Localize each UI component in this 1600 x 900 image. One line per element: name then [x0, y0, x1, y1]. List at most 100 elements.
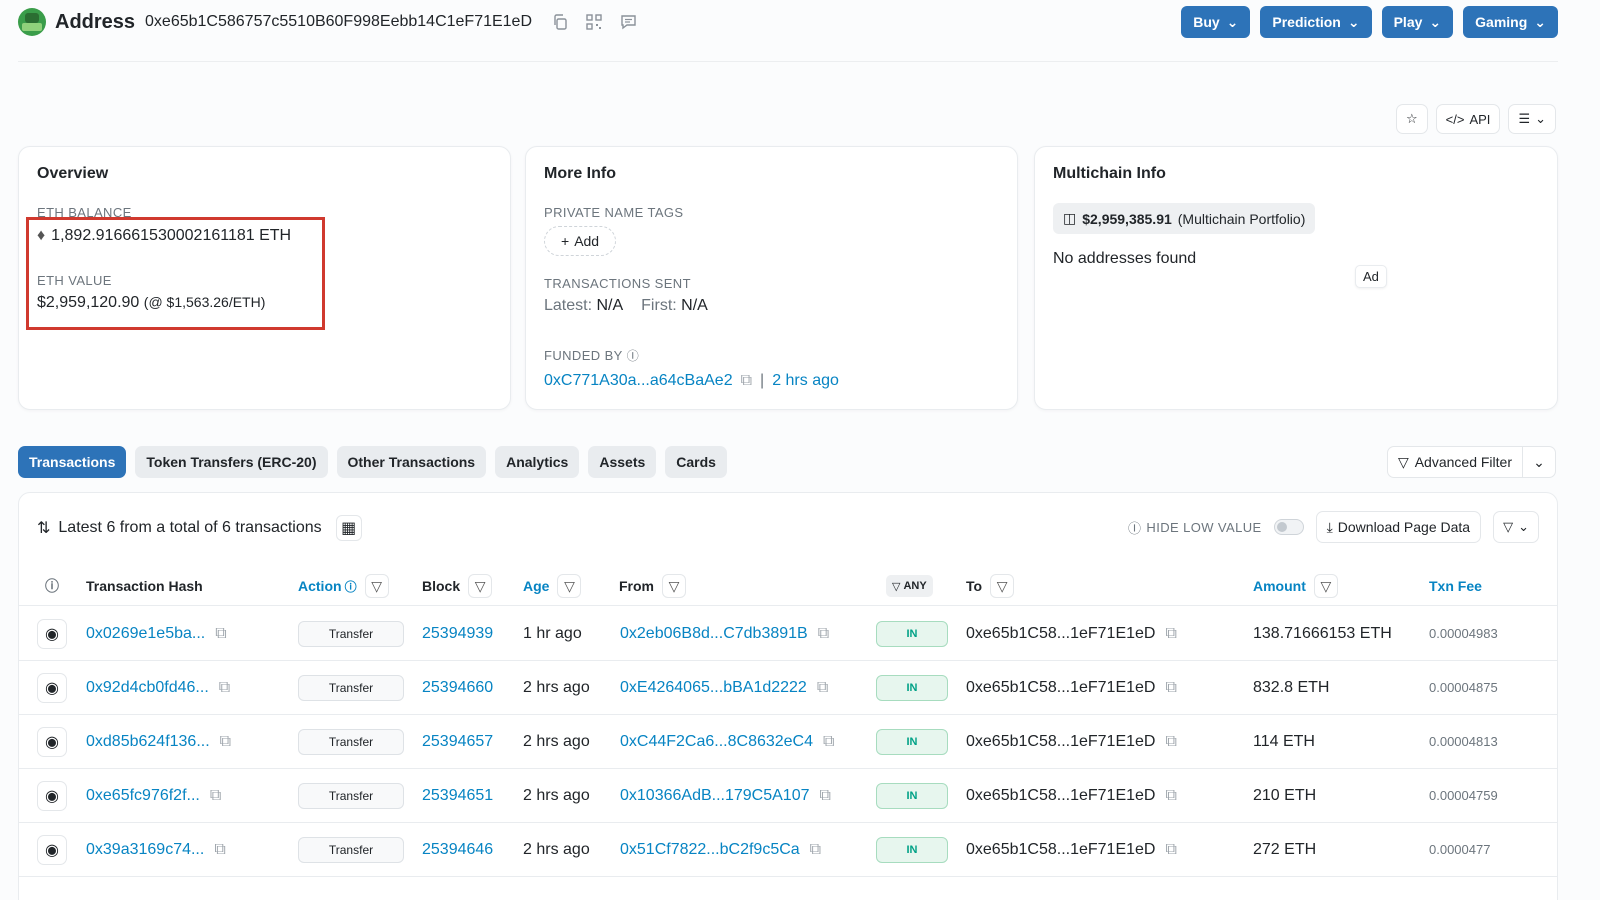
advanced-filter-button[interactable]: ▽ Advanced Filter	[1388, 447, 1523, 477]
address-avatar-icon	[18, 8, 46, 36]
prediction-menu-button[interactable]: Prediction ⌄	[1260, 6, 1372, 38]
col-age: Age ▽	[523, 574, 582, 598]
chevron-down-icon: ⌄	[1518, 519, 1529, 534]
from-filter-icon[interactable]: ▽	[662, 574, 686, 598]
from-address-link[interactable]: 0xC44F2Ca6...8C8632eC4	[620, 733, 813, 751]
multichain-portfolio-chip[interactable]: ◫ $2,959,385.91 (Multichain Portfolio)	[1053, 203, 1316, 234]
view-options-button[interactable]: ☰ ⌄	[1508, 104, 1556, 134]
to-address: 0xe65b1C58...1eF71E1eD	[966, 678, 1156, 696]
copy-icon[interactable]: ⧉	[823, 733, 834, 751]
eye-icon[interactable]: ◉	[37, 672, 67, 703]
copy-icon[interactable]: ⧉	[220, 733, 231, 751]
advanced-filter-dropdown[interactable]: ⌄	[1523, 454, 1555, 471]
txn-fee-label[interactable]: Txn Fee	[1429, 578, 1482, 594]
block-filter-icon[interactable]: ▽	[468, 574, 493, 598]
eye-icon[interactable]: ◉	[37, 618, 67, 649]
copy-icon[interactable]: ⧉	[817, 679, 828, 697]
table-row: ◉ 0xd85b624f136... ⧉ Transfer 25394657 2 …	[19, 715, 1557, 769]
tx-hash-link[interactable]: 0x0269e1e5ba...	[86, 625, 205, 643]
transactions-summary-row: ⇅ Latest 6 from a total of 6 transaction…	[37, 515, 362, 541]
copy-icon[interactable]: ⧉	[210, 787, 221, 805]
eye-icon[interactable]: ◉	[37, 834, 67, 865]
copy-icon[interactable]: ⧉	[219, 679, 230, 697]
direction-badge: IN	[876, 728, 948, 755]
txn-fee-value: 0.00004875	[1429, 680, 1498, 695]
tx-hash-link[interactable]: 0xd85b624f136...	[86, 733, 210, 751]
copy-icon[interactable]: ⧉	[810, 841, 821, 859]
from-address-link[interactable]: 0x2eb06B8d...C7db3891B	[620, 625, 808, 643]
to-filter-icon[interactable]: ▽	[990, 574, 1015, 598]
copy-icon[interactable]: ⧉	[819, 787, 830, 805]
direction-badge: IN	[876, 782, 948, 809]
copy-icon[interactable]	[550, 12, 570, 32]
action-filter-icon[interactable]: ▽	[364, 574, 389, 598]
qr-code-icon[interactable]	[584, 12, 604, 32]
gaming-menu-button[interactable]: Gaming ⌄	[1463, 6, 1558, 38]
tab-other-transactions[interactable]: Other Transactions	[336, 446, 487, 478]
page-title: Address	[55, 10, 136, 33]
tab-cards[interactable]: Cards	[665, 446, 727, 478]
tab-transactions[interactable]: Transactions	[18, 446, 127, 478]
tx-hash-link[interactable]: 0x39a3169c74...	[86, 841, 204, 859]
header-help-icon[interactable]: ⓘ	[45, 574, 59, 598]
copy-icon[interactable]: ⧉	[741, 372, 752, 390]
chart-icon[interactable]: ▦	[335, 515, 362, 541]
block-link[interactable]: 25394660	[422, 679, 493, 697]
block-link[interactable]: 25394651	[422, 787, 493, 805]
gaming-label: Gaming	[1475, 14, 1528, 30]
tab-assets[interactable]: Assets	[588, 446, 657, 478]
copy-icon[interactable]: ⧉	[1165, 625, 1176, 643]
add-label: Add	[574, 233, 600, 249]
favorite-button[interactable]: ☆	[1396, 104, 1428, 134]
txn-fee-value: 0.00004983	[1429, 626, 1498, 641]
hide-low-value-label-row: ⓘ HIDE LOW VALUE	[1128, 518, 1262, 537]
from-address-link[interactable]: 0x51Cf7822...bC2f9c5Ca	[620, 841, 800, 859]
block-link[interactable]: 25394646	[422, 841, 493, 859]
eye-icon[interactable]: ◉	[37, 726, 67, 757]
method-badge: Transfer	[298, 782, 404, 809]
direction-filter-button[interactable]: ▽ ANY	[886, 575, 933, 597]
copy-icon[interactable]: ⧉	[818, 625, 829, 643]
more-info-title: More Info	[544, 165, 616, 182]
download-page-data-button[interactable]: ⤓ Download Page Data	[1315, 511, 1482, 543]
multichain-title: Multichain Info	[1053, 165, 1166, 182]
tab-token-transfers[interactable]: Token Transfers (ERC-20)	[135, 446, 328, 478]
funded-by-address-link[interactable]: 0xC771A30a...a64cBaAe2	[544, 372, 733, 390]
copy-icon[interactable]: ⧉	[1165, 841, 1176, 859]
hide-low-value-toggle[interactable]	[1273, 519, 1304, 535]
amount-filter-icon[interactable]: ▽	[1313, 574, 1338, 598]
comment-icon[interactable]	[618, 12, 638, 32]
chevron-down-icon: ⌄	[1534, 13, 1546, 30]
copy-icon[interactable]: ⧉	[1165, 679, 1176, 697]
block-link[interactable]: 25394939	[422, 625, 493, 643]
col-direction: ▽ ANY	[886, 574, 933, 598]
age-filter-icon[interactable]: ▽	[557, 574, 582, 598]
tx-hash-link[interactable]: 0x92d4cb0fd46...	[86, 679, 209, 697]
funded-by-age-link[interactable]: 2 hrs ago	[772, 372, 839, 390]
copy-icon[interactable]: ⧉	[1165, 787, 1176, 805]
from-address-link[interactable]: 0x10366AdB...179C5A107	[620, 787, 809, 805]
action-label[interactable]: Action	[298, 578, 342, 594]
tx-sent-row: Latest: N/A First: N/A	[544, 297, 999, 315]
amount-label[interactable]: Amount	[1253, 578, 1306, 594]
page-header: Address 0xe65b1C586757c5510B60F998Eebb14…	[18, 6, 1558, 38]
copy-icon[interactable]: ⧉	[214, 841, 225, 859]
add-tag-button[interactable]: + Add	[544, 226, 617, 256]
block-label: Block	[422, 578, 461, 594]
api-button[interactable]: </> API	[1435, 104, 1501, 134]
copy-icon[interactable]: ⧉	[1165, 733, 1176, 751]
age-label[interactable]: Age	[523, 578, 549, 594]
to-address: 0xe65b1C58...1eF71E1eD	[966, 840, 1156, 858]
from-address-link[interactable]: 0xE4264065...bBA1d2222	[620, 679, 807, 697]
portfolio-value: $2,959,385.91	[1082, 210, 1172, 227]
buy-menu-button[interactable]: Buy ⌄	[1181, 6, 1251, 38]
table-filter-button[interactable]: ▽ ⌄	[1493, 511, 1539, 543]
eye-icon[interactable]: ◉	[37, 780, 67, 811]
play-menu-button[interactable]: Play ⌄	[1381, 6, 1454, 38]
block-link[interactable]: 25394657	[422, 733, 493, 751]
more-info-card: More Info PRIVATE NAME TAGS + Add TRANSAC…	[525, 146, 1018, 410]
tx-hash-link[interactable]: 0xe65fc976f2f...	[86, 787, 200, 805]
chevron-down-icon: ⌄	[1226, 13, 1239, 30]
copy-icon[interactable]: ⧉	[215, 625, 226, 643]
tab-analytics[interactable]: Analytics	[495, 446, 580, 478]
